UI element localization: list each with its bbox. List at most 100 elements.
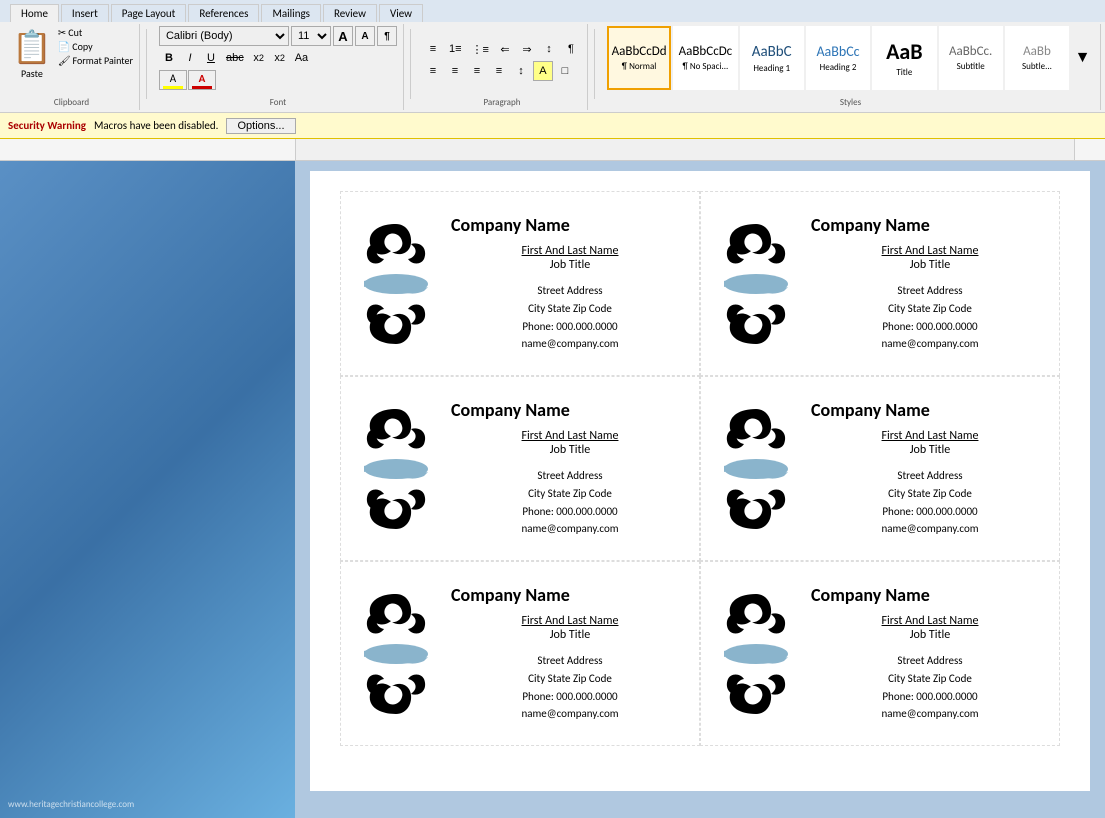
card-jobtitle-1: Job Title — [451, 258, 689, 272]
card-phone-2: Phone: 000.000.0000 — [811, 318, 1049, 336]
card-logo-5 — [351, 589, 441, 719]
card-address-6: Street Address City State Zip Code Phone… — [811, 652, 1049, 722]
grow-font-button[interactable]: A — [333, 26, 353, 46]
divider-3 — [594, 29, 595, 99]
align-right-button[interactable]: ≡ — [467, 61, 487, 81]
card-jobtitle-6: Job Title — [811, 628, 1049, 642]
card-jobtitle-3: Job Title — [451, 443, 689, 457]
style-title-button[interactable]: AaB Title — [872, 26, 936, 90]
cards-grid: Company Name First And Last Name Job Tit… — [340, 191, 1060, 746]
styles-label: Styles — [601, 97, 1100, 108]
align-left-button[interactable]: ≡ — [423, 61, 443, 81]
card-address-2: Street Address City State Zip Code Phone… — [811, 282, 1049, 352]
show-hide-button[interactable]: ¶ — [561, 39, 581, 59]
card-citystate-3: City State Zip Code — [451, 485, 689, 503]
card-street-4: Street Address — [811, 467, 1049, 485]
card-street-5: Street Address — [451, 652, 689, 670]
card-logo-4 — [711, 404, 801, 534]
style-subtitle-button[interactable]: AaBbCc. Subtitle — [939, 26, 1003, 90]
security-message: Macros have been disabled. — [94, 119, 218, 132]
strikethrough-button[interactable]: abc — [222, 48, 248, 68]
style-heading2-button[interactable]: AaBbCc Heading 2 — [806, 26, 870, 90]
divider-1 — [146, 29, 147, 99]
card-street-6: Street Address — [811, 652, 1049, 670]
card-name-1: First And Last Name — [451, 244, 689, 258]
bullets-button[interactable]: ≡ — [423, 39, 443, 59]
copy-button[interactable]: 📄 Copy — [58, 40, 133, 53]
tab-view[interactable]: View — [379, 4, 423, 22]
ribbon-tabs: Home Insert Page Layout References Maili… — [0, 0, 1105, 22]
options-button[interactable]: Options... — [226, 118, 295, 134]
subscript-button[interactable]: x2 — [249, 48, 269, 68]
clear-format-button[interactable]: ¶ — [377, 26, 397, 46]
ruler-inner — [295, 139, 1075, 160]
card-logo-6 — [711, 589, 801, 719]
paste-button[interactable]: 📋 Paste — [10, 26, 54, 82]
card-company-1: Company Name — [451, 214, 689, 236]
increase-indent-button[interactable]: ⇒ — [517, 39, 537, 59]
highlight-color-button[interactable]: A — [159, 70, 187, 90]
card-citystate-4: City State Zip Code — [811, 485, 1049, 503]
border-button[interactable]: □ — [555, 61, 575, 81]
card-email-2: name@company.com — [811, 335, 1049, 353]
tab-review[interactable]: Review — [323, 4, 377, 22]
card-info-5: Company Name First And Last Name Job Tit… — [441, 584, 689, 722]
card-company-4: Company Name — [811, 399, 1049, 421]
case-button[interactable]: Aa — [291, 48, 312, 68]
card-company-3: Company Name — [451, 399, 689, 421]
card-jobtitle-2: Job Title — [811, 258, 1049, 272]
card-info-2: Company Name First And Last Name Job Tit… — [801, 214, 1049, 352]
card-phone-4: Phone: 000.000.0000 — [811, 503, 1049, 521]
italic-button[interactable]: I — [180, 48, 200, 68]
card-company-5: Company Name — [451, 584, 689, 606]
tab-insert[interactable]: Insert — [61, 4, 109, 22]
justify-button[interactable]: ≡ — [489, 61, 509, 81]
clipboard-group: 📋 Paste ✂ Cut 📄 Copy 🖌 Format Painter Cl… — [4, 24, 140, 110]
card-jobtitle-5: Job Title — [451, 628, 689, 642]
page-inner: Company Name First And Last Name Job Tit… — [310, 171, 1090, 791]
tab-mailings[interactable]: Mailings — [261, 4, 321, 22]
sort-button[interactable]: ↕ — [539, 39, 559, 59]
card-email-1: name@company.com — [451, 335, 689, 353]
paragraph-label: Paragraph — [417, 97, 587, 108]
card-info-3: Company Name First And Last Name Job Tit… — [441, 399, 689, 537]
left-panel: www.heritagechristiancollege.com — [0, 161, 295, 818]
card-name-6: First And Last Name — [811, 614, 1049, 628]
font-name-select[interactable]: Calibri (Body) — [159, 26, 289, 46]
page-container: Company Name First And Last Name Job Tit… — [295, 161, 1105, 818]
card-citystate-6: City State Zip Code — [811, 670, 1049, 688]
line-spacing-button[interactable]: ↕ — [511, 61, 531, 81]
shrink-font-button[interactable]: A — [355, 26, 375, 46]
ruler — [0, 139, 1105, 161]
format-painter-button[interactable]: 🖌 Format Painter — [58, 54, 133, 67]
cut-button[interactable]: ✂ Cut — [58, 26, 133, 39]
font-size-select[interactable]: 11 — [291, 26, 331, 46]
underline-button[interactable]: U — [201, 48, 221, 68]
numbering-button[interactable]: 1≡ — [445, 39, 466, 59]
multilevel-button[interactable]: ⋮≡ — [468, 39, 493, 59]
card-street-3: Street Address — [451, 467, 689, 485]
card-address-1: Street Address City State Zip Code Phone… — [451, 282, 689, 352]
card-email-3: name@company.com — [451, 520, 689, 538]
shading-button[interactable]: A — [533, 61, 553, 81]
tab-home[interactable]: Home — [10, 4, 59, 22]
style-normal-button[interactable]: AaBbCcDd ¶ Normal — [607, 26, 671, 90]
style-subtle-button[interactable]: AaBb Subtle... — [1005, 26, 1069, 90]
styles-more-button[interactable]: ▼ — [1071, 48, 1094, 68]
decrease-indent-button[interactable]: ⇐ — [495, 39, 515, 59]
align-center-button[interactable]: ≡ — [445, 61, 465, 81]
card-info-1: Company Name First And Last Name Job Tit… — [441, 214, 689, 352]
bold-button[interactable]: B — [159, 48, 179, 68]
card-info-4: Company Name First And Last Name Job Tit… — [801, 399, 1049, 537]
card-logo-2 — [711, 219, 801, 349]
tab-references[interactable]: References — [188, 4, 259, 22]
card-3: Company Name First And Last Name Job Tit… — [340, 376, 700, 561]
font-color-button[interactable]: A — [188, 70, 216, 90]
style-no-spacing-button[interactable]: AaBbCcDc ¶ No Spaci... — [673, 26, 737, 90]
superscript-button[interactable]: x2 — [270, 48, 290, 68]
tab-page-layout[interactable]: Page Layout — [111, 4, 187, 22]
card-street-2: Street Address — [811, 282, 1049, 300]
style-heading1-button[interactable]: AaBbC Heading 1 — [740, 26, 804, 90]
card-phone-6: Phone: 000.000.0000 — [811, 688, 1049, 706]
card-phone-5: Phone: 000.000.0000 — [451, 688, 689, 706]
